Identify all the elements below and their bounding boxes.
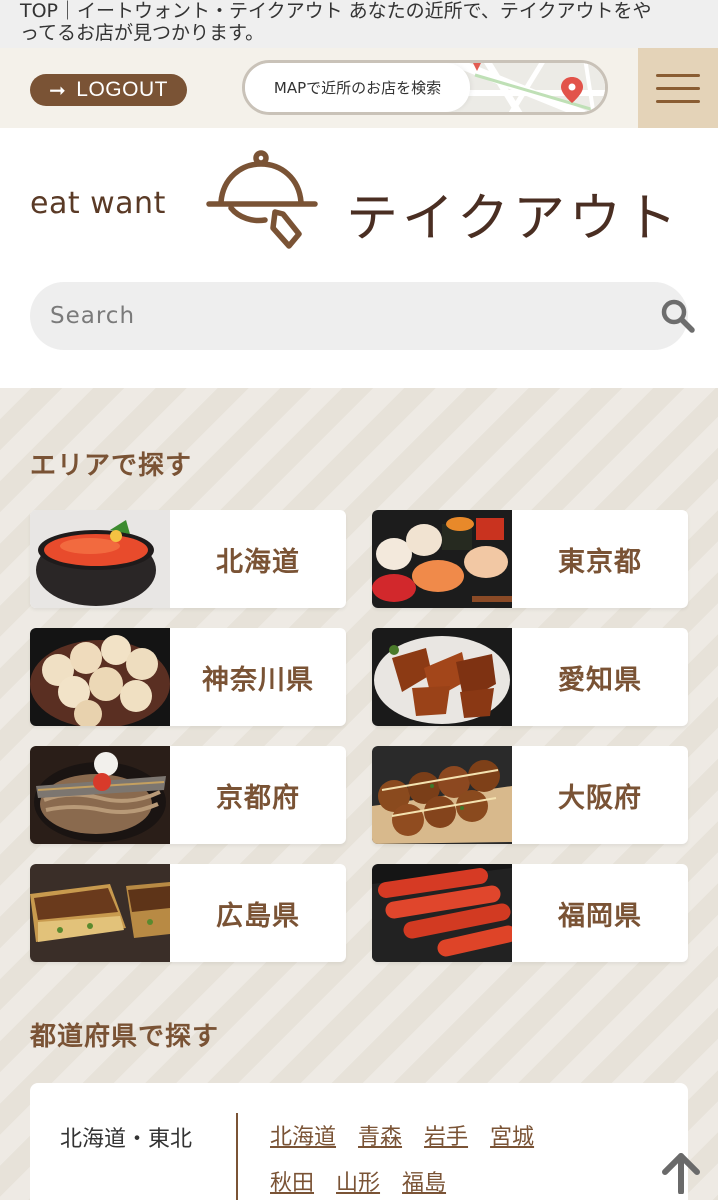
hamburger-icon-bar xyxy=(656,86,700,90)
takeout-wordmark: テイクアウト xyxy=(346,189,681,249)
page-title-line-1: TOP｜イートウォント・テイクアウト あなたの近所で、テイクアウトをや xyxy=(20,0,652,22)
site-header: ➞ LOGOUT MAPで近所のお店を検索 xyxy=(0,48,718,128)
arrow-right-icon: ➞ xyxy=(49,79,67,102)
hamburger-menu-button[interactable] xyxy=(638,48,718,128)
area-card-label: 愛知県 xyxy=(558,664,642,696)
hokkaido-food-image xyxy=(30,510,170,608)
logout-button[interactable]: ➞ LOGOUT xyxy=(30,74,187,106)
tokyo-food-image xyxy=(372,510,512,608)
area-card-tokyo[interactable]: 東京都 xyxy=(372,510,688,608)
area-card-fukuoka[interactable]: 福岡県 xyxy=(372,864,688,962)
page-title-line-2: ってるお店が見つかります。 xyxy=(20,22,265,44)
pref-link-aomori[interactable]: 青森 xyxy=(358,1119,402,1151)
pref-link-iwate[interactable]: 岩手 xyxy=(424,1119,468,1151)
area-card-label: 東京都 xyxy=(558,546,642,578)
kyoto-food-image xyxy=(30,746,170,844)
hamburger-icon-bar xyxy=(656,99,700,103)
area-card-label: 大阪府 xyxy=(558,782,642,814)
area-card-label: 北海道 xyxy=(216,546,300,578)
pref-link-akita[interactable]: 秋田 xyxy=(270,1165,314,1197)
area-card-label: 神奈川県 xyxy=(202,664,314,696)
area-section-title: エリアで探す xyxy=(30,451,193,481)
logo-area: eat want テイクアウト xyxy=(0,128,718,388)
osaka-food-image xyxy=(372,746,512,844)
prefecture-panel: 北海道・東北 北海道 青森 岩手 宮城 秋田 山形 福島 xyxy=(30,1083,688,1200)
region-divider xyxy=(236,1113,238,1200)
area-card-label: 広島県 xyxy=(216,900,300,932)
pref-link-hokkaido[interactable]: 北海道 xyxy=(270,1119,336,1151)
area-card-osaka[interactable]: 大阪府 xyxy=(372,746,688,844)
back-to-top-icon[interactable] xyxy=(660,1152,702,1194)
area-card-hokkaido[interactable]: 北海道 xyxy=(30,510,346,608)
fukuoka-food-image xyxy=(372,864,512,962)
prefecture-section-title: 都道府県で探す xyxy=(30,1022,220,1052)
hamburger-icon-bar xyxy=(656,73,700,77)
search-icon[interactable] xyxy=(660,298,696,334)
area-card-kanagawa[interactable]: 神奈川県 xyxy=(30,628,346,726)
cloche-logo-icon xyxy=(206,150,318,249)
prefecture-links: 北海道 青森 岩手 宮城 秋田 山形 福島 xyxy=(270,1119,650,1200)
aichi-food-image xyxy=(372,628,512,726)
area-card-label: 京都府 xyxy=(216,782,300,814)
hiroshima-food-image xyxy=(30,864,170,962)
region-label: 北海道・東北 xyxy=(60,1127,193,1152)
area-card-label: 福岡県 xyxy=(558,900,642,932)
brand-wordmark[interactable]: eat want xyxy=(30,186,166,221)
area-card-aichi[interactable]: 愛知県 xyxy=(372,628,688,726)
search-bar xyxy=(30,282,695,350)
logout-label: LOGOUT xyxy=(76,78,168,101)
area-card-hiroshima[interactable]: 広島県 xyxy=(30,864,346,962)
map-search-button[interactable]: MAPで近所のお店を検索 xyxy=(242,60,608,115)
search-input[interactable] xyxy=(50,282,630,350)
kanagawa-food-image xyxy=(30,628,170,726)
pref-link-yamagata[interactable]: 山形 xyxy=(336,1165,380,1197)
main-content: エリアで探す 北海道 東京都 神奈川県 愛知県 京都府 大阪府 広島県 福岡県 … xyxy=(0,388,718,1200)
page-title-bar: TOP｜イートウォント・テイクアウト あなたの近所で、テイクアウトをや ってるお… xyxy=(0,0,718,48)
pref-link-fukushima[interactable]: 福島 xyxy=(402,1165,446,1197)
area-card-kyoto[interactable]: 京都府 xyxy=(30,746,346,844)
map-search-label: MAPで近所のお店を検索 xyxy=(245,63,470,112)
pref-link-miyagi[interactable]: 宮城 xyxy=(490,1119,534,1151)
